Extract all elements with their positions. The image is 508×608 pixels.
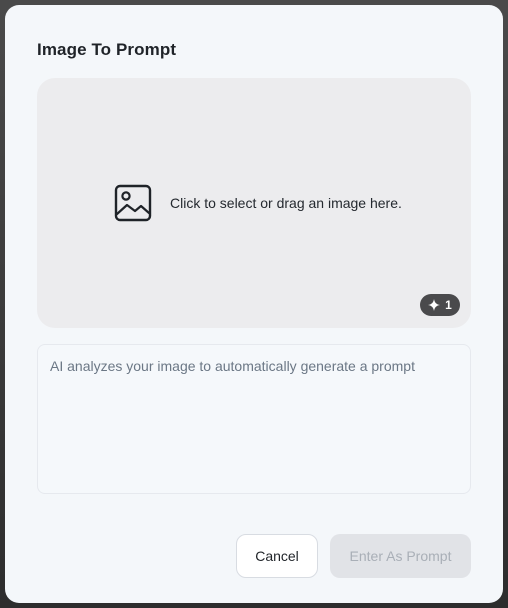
enter-as-prompt-button[interactable]: Enter As Prompt <box>330 534 471 578</box>
credit-cost-count: 1 <box>445 298 452 312</box>
image-to-prompt-dialog: Image To Prompt Click to select or drag … <box>5 5 503 603</box>
credit-cost-badge: 1 <box>420 294 460 316</box>
dropzone-instruction: Click to select or drag an image here. <box>170 195 402 211</box>
image-dropzone[interactable]: Click to select or drag an image here. 1 <box>37 78 471 328</box>
cancel-button[interactable]: Cancel <box>236 534 318 578</box>
dialog-title: Image To Prompt <box>37 40 177 59</box>
prompt-textarea[interactable] <box>37 344 471 494</box>
dropzone-content: Click to select or drag an image here. <box>114 184 402 222</box>
image-icon <box>114 184 152 222</box>
sparkle-icon <box>428 299 441 311</box>
